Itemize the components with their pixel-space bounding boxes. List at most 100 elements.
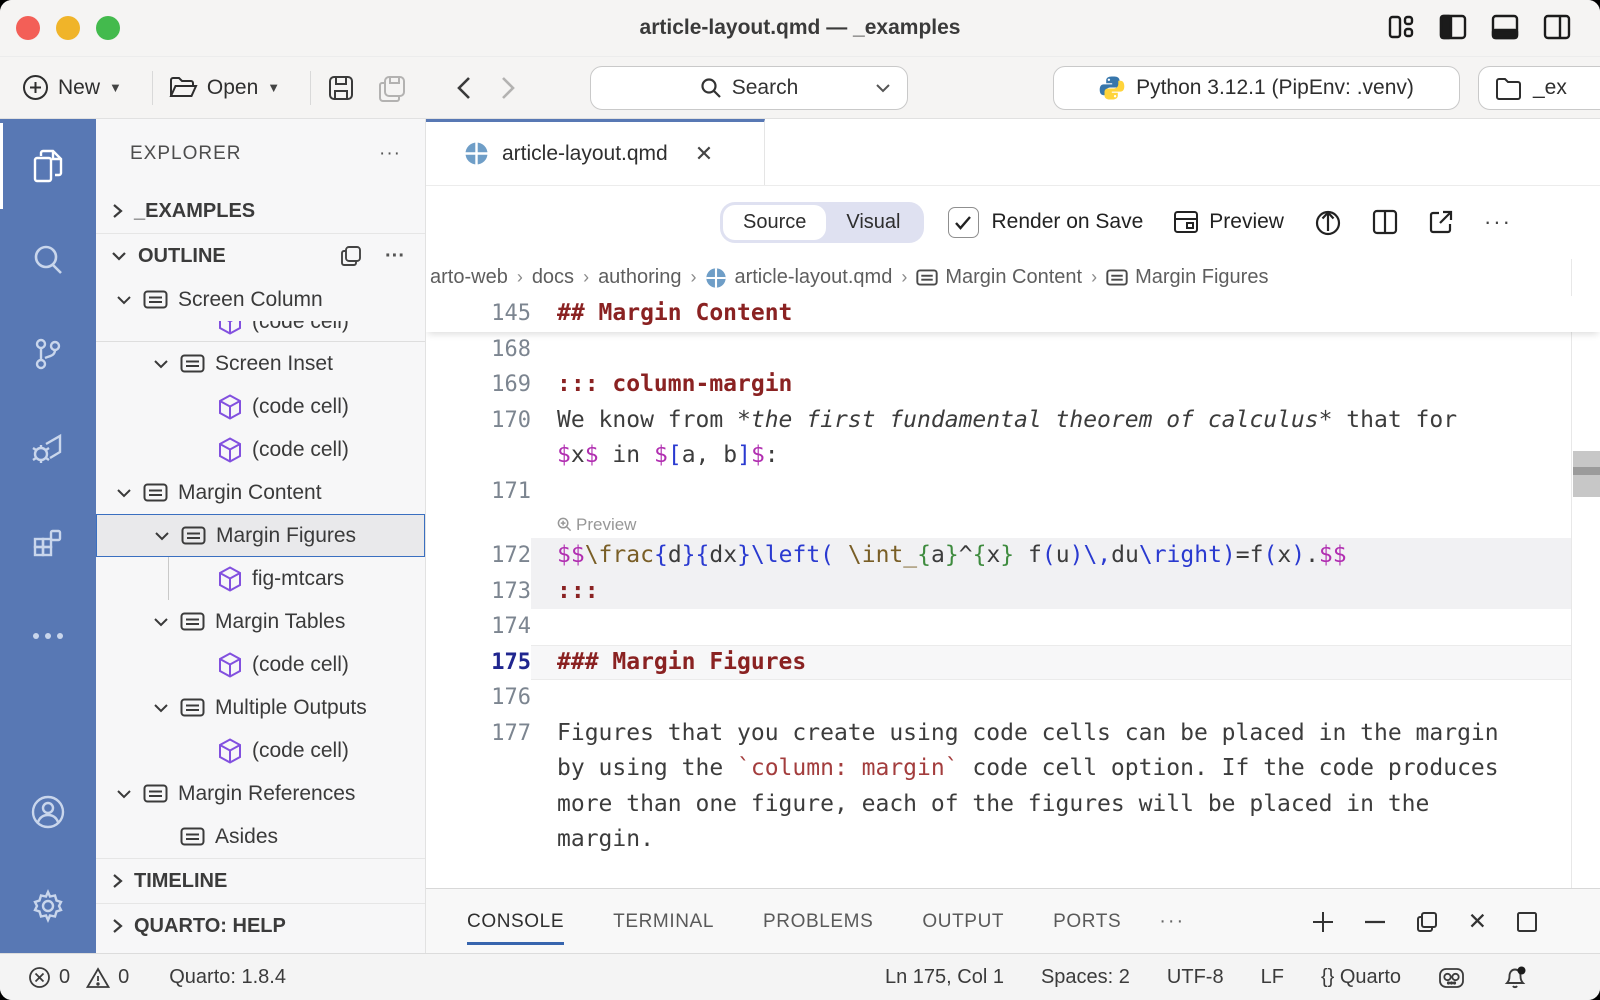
extensions-icon[interactable] xyxy=(0,495,96,589)
outline-item-margin-figures[interactable]: Margin Figures xyxy=(96,514,425,557)
codelens-row[interactable]: Preview xyxy=(426,509,1600,538)
outline-item-code-cell[interactable]: (code cell) xyxy=(96,729,425,772)
outline-item-margin-references[interactable]: Margin References xyxy=(96,772,425,815)
quarto-help-section-header[interactable]: QUARTO: HELP xyxy=(96,903,425,948)
cursor-position-status[interactable]: Ln 175, Col 1 xyxy=(885,966,1004,989)
outline-item-screen-inset[interactable]: Screen Inset xyxy=(96,342,425,385)
new-button[interactable]: New ▼ xyxy=(22,74,122,101)
preview-button[interactable]: Preview xyxy=(1173,210,1284,234)
panel-tab-terminal[interactable]: TERMINAL xyxy=(613,905,714,939)
code-line-170[interactable]: 170We know from *the first fundamental t… xyxy=(426,403,1600,439)
code-line-168[interactable]: 168 xyxy=(426,332,1600,368)
more-views-icon[interactable] xyxy=(0,589,96,683)
interpreter-selector[interactable]: Python 3.12.1 (PipEnv: .venv) xyxy=(1053,66,1460,110)
outline-item-multiple-outputs[interactable]: Multiple Outputs xyxy=(96,686,425,729)
feedback-icon[interactable] xyxy=(1438,965,1465,990)
outline-item-code-cell[interactable]: (code cell) xyxy=(96,643,425,686)
quarto-version-status[interactable]: Quarto: 1.8.4 xyxy=(169,966,286,989)
tab-article-layout[interactable]: article-layout.qmd ✕ xyxy=(426,119,765,185)
workspace-section-header[interactable]: _EXAMPLES xyxy=(96,189,425,233)
navigate-forward-button[interactable] xyxy=(499,74,517,102)
panel-tab-output[interactable]: OUTPUT xyxy=(922,905,1004,939)
panel-more-icon[interactable]: ··· xyxy=(1159,910,1185,933)
language-mode-status[interactable]: {} Quarto xyxy=(1321,966,1401,989)
code-line-145[interactable]: 145## Margin Content xyxy=(426,296,1600,332)
section-icon xyxy=(916,269,938,286)
toggle-sidebar-icon[interactable] xyxy=(1438,12,1468,42)
render-on-save-checkbox[interactable] xyxy=(948,207,979,238)
outline-more-icon[interactable]: ··· xyxy=(385,245,405,268)
code-line-171[interactable]: 171 xyxy=(426,474,1600,510)
line-number: 170 xyxy=(426,403,531,439)
indentation-status[interactable]: Spaces: 2 xyxy=(1041,966,1130,989)
outline-section-header[interactable]: OUTLINE ··· xyxy=(96,233,425,278)
notifications-bell-icon[interactable] xyxy=(1502,964,1528,991)
panel-restore-icon[interactable] xyxy=(1415,910,1439,934)
explorer-more-icon[interactable]: ··· xyxy=(379,143,401,165)
editor-scrollbar[interactable] xyxy=(1571,259,1600,888)
panel-maximize-icon[interactable] xyxy=(1516,911,1538,933)
problems-status[interactable]: 0 0 xyxy=(28,966,129,989)
code-line-169[interactable]: 169::: column-margin xyxy=(426,367,1600,403)
bottom-panel: CONSOLE TERMINAL PROBLEMS OUTPUT PORTS ··· ✕ xyxy=(426,888,1600,954)
panel-close-icon[interactable]: ✕ xyxy=(1468,908,1487,935)
code-line-175[interactable]: 175### Margin Figures xyxy=(426,645,1600,681)
code-line-172[interactable]: 172$$\frac{d}{dx}\left( \int_{a}^{x} f(u… xyxy=(426,538,1600,574)
settings-gear-icon[interactable] xyxy=(0,859,96,953)
code-line-176[interactable]: 176 xyxy=(426,680,1600,716)
editor-more-icon[interactable]: ··· xyxy=(1484,209,1512,235)
open-external-icon[interactable] xyxy=(1428,209,1454,235)
collapse-all-icon[interactable] xyxy=(339,244,363,268)
breadcrumb-item[interactable]: Margin Figures xyxy=(1106,266,1268,289)
search-input[interactable]: Search xyxy=(590,66,908,110)
toggle-secondary-sidebar-icon[interactable] xyxy=(1542,12,1572,42)
eol-status[interactable]: LF xyxy=(1261,966,1284,989)
save-button[interactable] xyxy=(327,74,355,102)
panel-tab-ports[interactable]: PORTS xyxy=(1053,905,1121,939)
navigate-back-button[interactable] xyxy=(455,74,473,102)
account-icon[interactable] xyxy=(0,765,96,859)
publish-icon[interactable] xyxy=(1314,207,1342,237)
outline-item-code-cell[interactable]: (code cell) xyxy=(96,428,425,471)
timeline-section-header[interactable]: TIMELINE xyxy=(96,858,425,903)
outline-item-asides[interactable]: Asides xyxy=(96,815,425,858)
outline-item-label: (code cell) xyxy=(252,739,349,763)
code-line-wrap[interactable]: $x$ in $[a, b]$: xyxy=(426,438,1600,474)
breadcrumb-item[interactable]: docs xyxy=(532,266,574,289)
outline-item-margin-content[interactable]: Margin Content xyxy=(96,471,425,514)
explorer-icon[interactable] xyxy=(0,119,96,213)
code-line-173[interactable]: 173::: xyxy=(426,574,1600,610)
panel-minimize-icon[interactable] xyxy=(1364,920,1386,924)
breadcrumb-item[interactable]: article-layout.qmd xyxy=(705,266,892,289)
outline-item-fig-mtcars[interactable]: fig-mtcars xyxy=(96,557,425,600)
source-control-icon[interactable] xyxy=(0,307,96,401)
breadcrumb-item[interactable]: Margin Content xyxy=(916,266,1082,289)
outline-item-screen-column[interactable]: Screen Column xyxy=(96,278,425,321)
panel-tab-console[interactable]: CONSOLE xyxy=(467,905,564,939)
panel-plus-icon[interactable] xyxy=(1311,910,1335,934)
breadcrumb-item[interactable]: authoring xyxy=(598,266,681,289)
outline-item-margin-tables[interactable]: Margin Tables xyxy=(96,600,425,643)
search-view-icon[interactable] xyxy=(0,213,96,307)
source-mode-button[interactable]: Source xyxy=(723,205,826,240)
run-debug-icon[interactable] xyxy=(0,401,96,495)
toggle-panel-icon[interactable] xyxy=(1490,12,1520,42)
save-all-button[interactable] xyxy=(377,74,407,102)
code-line-174[interactable]: 174 xyxy=(426,609,1600,645)
panel-tab-problems[interactable]: PROBLEMS xyxy=(763,905,873,939)
encoding-status[interactable]: UTF-8 xyxy=(1167,966,1224,989)
visual-mode-button[interactable]: Visual xyxy=(826,205,920,240)
outline-item-code-cell[interactable]: (code cell) xyxy=(96,385,425,428)
breadcrumb-item[interactable]: arto-web xyxy=(430,266,508,289)
code-line-wrap[interactable]: more than one figure, each of the figure… xyxy=(426,787,1600,823)
customize-layout-icon[interactable] xyxy=(1386,12,1416,42)
outline-item-code-cell[interactable]: (code cell) xyxy=(96,321,425,342)
code-line-wrap[interactable]: by using the `column: margin` code cell … xyxy=(426,751,1600,787)
code-editor[interactable]: 145## Margin Content168169::: column-mar… xyxy=(426,296,1600,888)
split-editor-icon[interactable] xyxy=(1372,209,1398,235)
tab-close-icon[interactable]: ✕ xyxy=(695,141,713,167)
project-button[interactable]: _ex xyxy=(1478,66,1600,110)
code-line-177[interactable]: 177Figures that you create using code ce… xyxy=(426,716,1600,752)
open-button[interactable]: Open ▼ xyxy=(169,75,280,100)
code-line-wrap[interactable]: margin. xyxy=(426,822,1600,858)
